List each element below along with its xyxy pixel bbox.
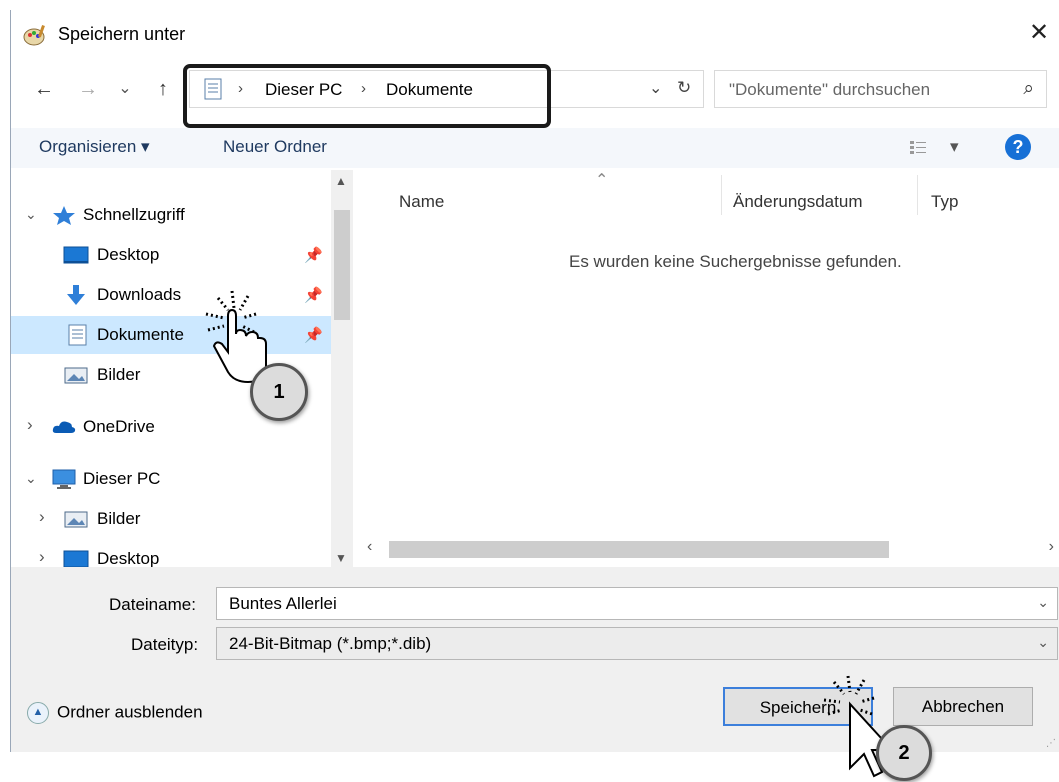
filename-label: Dateiname: [109, 595, 196, 614]
column-separator[interactable] [721, 175, 722, 215]
computer-icon [52, 469, 76, 489]
view-dropdown-icon[interactable]: ▾ [950, 137, 959, 157]
scroll-left-icon[interactable]: ‹ [367, 538, 372, 556]
file-list-pane: ⌃ Name Änderungsdatum Typ Es wurden kein… [359, 170, 1059, 567]
scroll-up-icon[interactable]: ▲ [335, 174, 347, 188]
scroll-down-icon[interactable]: ▼ [335, 551, 347, 565]
filename-input[interactable]: Buntes Allerlei ⌄ [216, 587, 1058, 620]
tree-item-label: Dieser PC [83, 469, 161, 488]
search-box[interactable]: "Dokumente" durchsuchen ⌕ [714, 70, 1047, 108]
filetype-select[interactable]: 24-Bit-Bitmap (*.bmp;*.dib) ⌄ [216, 627, 1058, 660]
tree-item-label: Bilder [97, 365, 141, 384]
column-separator[interactable] [917, 175, 918, 215]
help-icon[interactable]: ? [1005, 134, 1031, 160]
tree-item-downloads[interactable]: Downloads 📌 [11, 276, 341, 314]
column-header-type[interactable]: Typ [931, 192, 958, 212]
tree-item-pc-desktop[interactable]: › Desktop [11, 540, 341, 567]
search-icon: ⌕ [1023, 78, 1034, 99]
collapse-up-icon: ▲ [27, 702, 49, 724]
tree-item-label: Dokumente [97, 325, 184, 344]
pictures-icon [64, 367, 88, 384]
tree-item-label: Desktop [97, 549, 160, 567]
resize-grip-icon[interactable]: ⋰ [1046, 738, 1056, 749]
sort-ascending-icon: ⌃ [595, 172, 609, 189]
tree-item-label: Schnellzugriff [83, 205, 185, 224]
pin-icon: 📌 [304, 327, 323, 344]
step-1-badge: 1 [250, 363, 308, 421]
chevron-right-icon[interactable]: › [39, 507, 45, 527]
filename-value: Buntes Allerlei [229, 594, 337, 613]
command-toolbar: Organisieren ▾ Neuer Ordner ▾ ? [11, 128, 1059, 168]
filetype-label: Dateityp: [131, 635, 199, 654]
tree-item-desktop[interactable]: Desktop 📌 [11, 236, 341, 274]
chevron-right-icon[interactable]: › [39, 547, 45, 567]
hide-folders-label: Ordner ausblenden [57, 702, 203, 722]
chevron-down-icon[interactable]: ⌄ [25, 470, 37, 487]
navigation-scrollbar[interactable]: ▲ ▼ [331, 170, 353, 567]
scroll-thumb[interactable] [389, 541, 889, 558]
view-options-icon[interactable] [909, 140, 927, 156]
download-icon [67, 285, 85, 305]
pin-icon: 📌 [304, 287, 323, 304]
pictures-icon [64, 511, 88, 528]
window-title: Speichern unter [58, 24, 186, 44]
chevron-right-icon[interactable]: › [27, 415, 33, 435]
address-highlight-frame [183, 64, 551, 128]
recent-locations-chevron-icon[interactable]: ⌄ [115, 74, 135, 104]
tree-item-documents[interactable]: Dokumente 📌 [11, 316, 341, 354]
step-2-badge: 2 [876, 725, 932, 781]
navigation-bar: ← → ⌄ ↑ › Dieser PC › Dokumente ⌄ ↻ "Dok… [11, 64, 1059, 128]
column-header-date[interactable]: Änderungsdatum [733, 192, 862, 212]
tree-item-this-pc[interactable]: ⌄ Dieser PC [11, 460, 341, 498]
column-header-name[interactable]: Name [399, 192, 444, 212]
up-arrow-icon[interactable]: ↑ [149, 74, 177, 104]
desktop-icon [63, 550, 89, 567]
new-folder-button[interactable]: Neuer Ordner [223, 137, 327, 157]
filetype-value: 24-Bit-Bitmap (*.bmp;*.dib) [229, 634, 432, 653]
organize-menu[interactable]: Organisieren ▾ [39, 137, 150, 157]
empty-results-message: Es wurden keine Suchergebnisse gefunden. [569, 252, 902, 271]
address-dropdown-icon[interactable]: ⌄ [649, 78, 662, 98]
tree-item-label: Desktop [97, 245, 160, 264]
tree-item-quick-access[interactable]: ⌄ Schnellzugriff [11, 196, 341, 234]
pin-icon: 📌 [304, 247, 323, 264]
chevron-down-icon[interactable]: ⌄ [1037, 594, 1049, 611]
horizontal-scrollbar[interactable]: ‹ › [359, 538, 1059, 560]
search-placeholder: "Dokumente" durchsuchen [729, 80, 931, 99]
paint-app-icon [23, 25, 45, 46]
save-as-dialog: Speichern unter ✕ ← → ⌄ ↑ › Dieser PC › … [10, 10, 1059, 752]
navigation-pane: ⌄ Schnellzugriff Desktop 📌 Downloads 📌 D… [11, 170, 357, 567]
tree-item-label: OneDrive [83, 417, 155, 436]
scroll-right-icon[interactable]: › [1049, 538, 1054, 556]
title-bar: Speichern unter ✕ [11, 10, 1059, 58]
chevron-down-icon[interactable]: ⌄ [25, 206, 37, 223]
hide-folders-button[interactable]: ▲ Ordner ausblenden [27, 702, 203, 724]
refresh-icon[interactable]: ↻ [677, 78, 691, 98]
tree-item-pc-pictures[interactable]: › Bilder [11, 500, 341, 538]
back-arrow-icon[interactable]: ← [29, 74, 59, 104]
chevron-down-icon[interactable]: ⌄ [1037, 634, 1049, 651]
cloud-icon [52, 421, 76, 433]
star-icon [53, 206, 75, 225]
desktop-icon [63, 246, 89, 264]
document-icon [68, 324, 87, 346]
close-button[interactable]: ✕ [1019, 16, 1059, 50]
scroll-thumb[interactable] [334, 210, 350, 320]
forward-arrow-icon[interactable]: → [73, 74, 103, 104]
tree-item-label: Bilder [97, 509, 141, 528]
tree-item-label: Downloads [97, 285, 182, 304]
cancel-button[interactable]: Abbrechen [893, 687, 1033, 726]
